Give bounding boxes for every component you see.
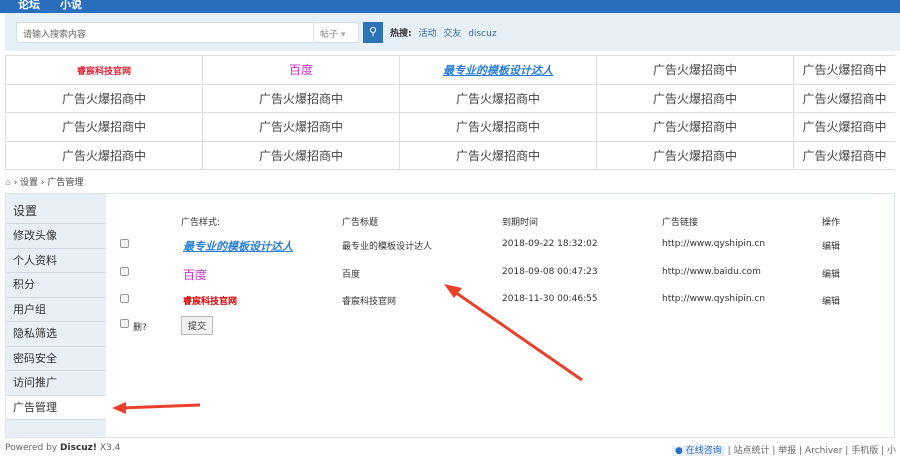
annotation-arrows — [112, 284, 583, 414]
arrow-to-sidebar — [112, 402, 201, 414]
arrow-to-table — [444, 284, 583, 382]
